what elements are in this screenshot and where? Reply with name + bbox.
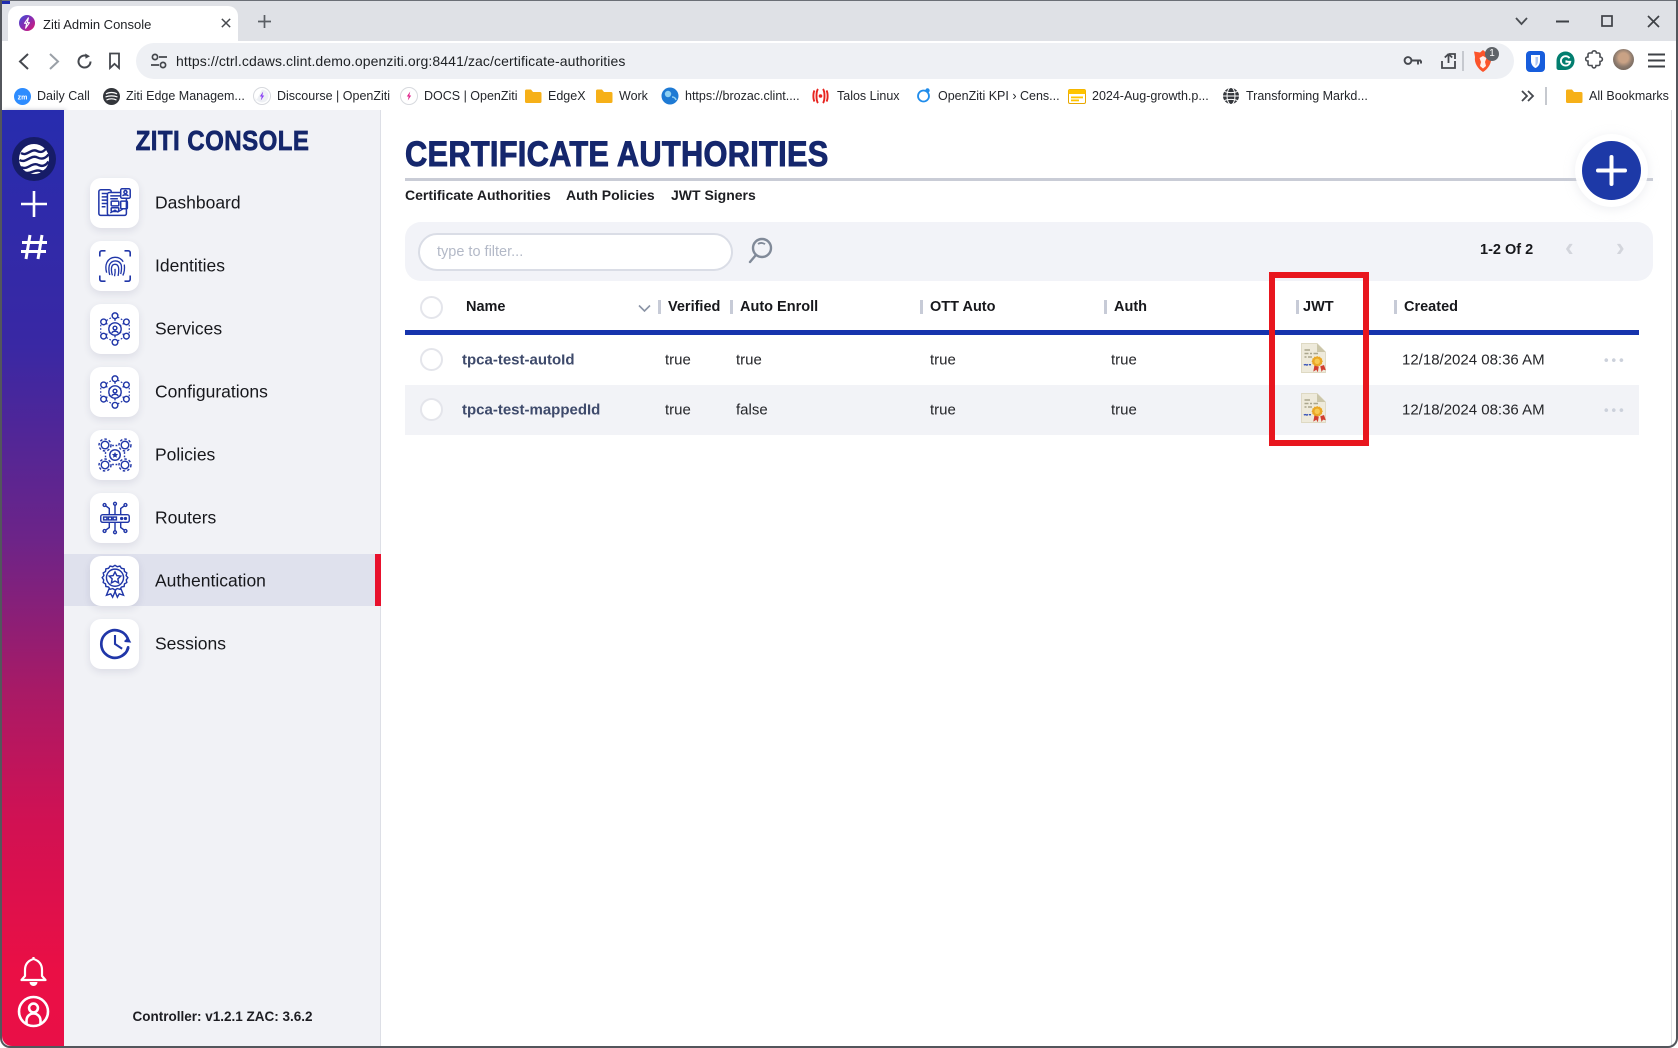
svg-text:zm: zm (18, 94, 28, 101)
